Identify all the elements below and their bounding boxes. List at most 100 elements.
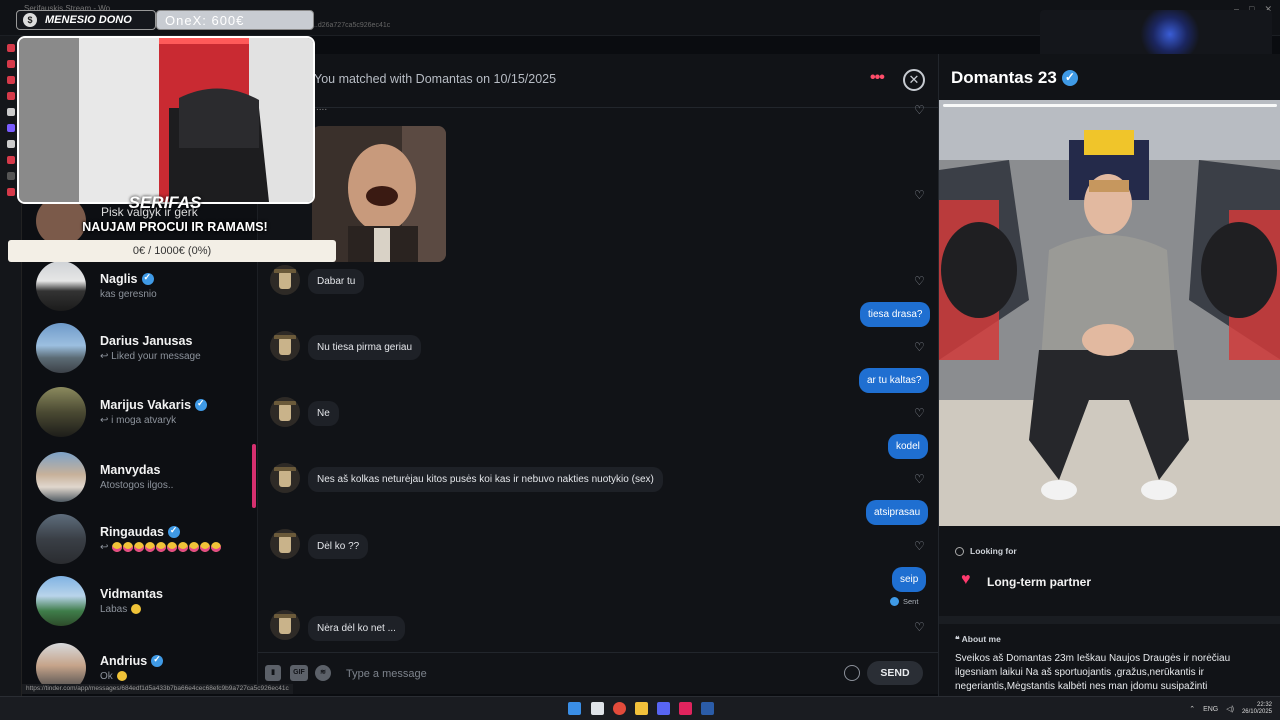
emoji-icon <box>131 604 142 615</box>
contact-card-icon[interactable]: ▮ <box>265 665 281 681</box>
incoming-message: Dabar tu <box>308 269 365 294</box>
match-name: Naglis <box>100 272 138 286</box>
obs-icon[interactable] <box>679 702 692 715</box>
taskbar: ⌃ ENG ◁) 22:32 26/10/2025 <box>0 696 1280 720</box>
system-tray: ⌃ ENG ◁) 22:32 26/10/2025 <box>1189 702 1272 716</box>
goal-title: NAUJAM PROCUI IR RAMAMS! <box>82 220 268 234</box>
file-explorer-icon[interactable] <box>635 702 648 715</box>
avatar <box>36 261 86 311</box>
like-heart-icon[interactable]: ♡ <box>914 407 926 419</box>
list-item[interactable]: Manvydas Atostogos ilgos.. <box>36 449 256 505</box>
message-input[interactable] <box>346 663 816 685</box>
avatar[interactable] <box>270 265 300 295</box>
avatar[interactable] <box>270 331 300 361</box>
avatar[interactable] <box>270 610 300 640</box>
avatar <box>36 576 86 626</box>
incoming-message: Nėra dėl ko net ... <box>308 616 405 641</box>
spotify-icon[interactable]: ≋ <box>315 665 331 681</box>
status-bar-url: https://tinder.com/app/messages/684edf1d… <box>22 684 293 694</box>
avatar <box>36 387 86 437</box>
photo-progress-bar <box>943 104 1277 107</box>
list-item[interactable]: Ringaudas ↩ <box>36 511 256 567</box>
sidebar-app-icon[interactable] <box>6 172 15 180</box>
message-preview: Ok <box>100 671 163 682</box>
sidebar-app-icon[interactable] <box>6 92 15 100</box>
like-heart-icon[interactable]: ♡ <box>914 341 926 353</box>
list-item[interactable]: Marijus Vakaris ↩ i moga atvaryk <box>36 384 256 440</box>
match-date-text: You matched with Domantas on 10/15/2025 <box>314 72 557 86</box>
like-heart-icon[interactable]: ♡ <box>914 189 926 201</box>
like-heart-icon[interactable]: ♡ <box>914 275 926 287</box>
list-item[interactable]: Darius Janusas ↩ Liked your message <box>36 320 256 376</box>
incoming-message: Ne <box>308 401 339 426</box>
like-heart-icon[interactable]: ♡ <box>914 473 926 485</box>
chat-header: You matched with Domantas on 10/15/2025 … <box>258 54 938 108</box>
more-dots-icon[interactable]: ••• <box>870 69 885 87</box>
sidebar-app-icon[interactable] <box>6 124 15 132</box>
sidebar-app-icon[interactable] <box>6 44 15 52</box>
outgoing-message: kodel <box>888 434 928 459</box>
profile-header: Domantas 23 <box>951 68 1078 88</box>
chevron-up-icon[interactable]: ⌃ <box>1189 705 1195 713</box>
about-me-label: ❝ About me <box>955 634 1001 645</box>
sidebar-scrollbar[interactable] <box>252 444 256 508</box>
avatar[interactable] <box>270 463 300 493</box>
emoji-icon <box>211 542 222 553</box>
verified-icon <box>141 272 154 285</box>
match-name: Ringaudas <box>100 525 164 539</box>
sidebar-app-icon[interactable] <box>6 140 15 148</box>
close-icon[interactable]: ✕ <box>903 69 925 91</box>
avatar[interactable] <box>270 397 300 427</box>
about-me-title: About me <box>961 634 1001 644</box>
windows-start-icon[interactable] <box>568 702 581 715</box>
message-preview: ↩ i moga atvaryk <box>100 415 177 426</box>
address-bar[interactable]: ...d26a727ca5c926ec41c <box>312 22 390 29</box>
gif-button[interactable]: GIF <box>290 665 308 681</box>
emoji-picker-icon[interactable] <box>844 665 860 681</box>
donor-text: MENESIO DONO <box>45 14 132 26</box>
match-name: Andrius <box>100 654 148 668</box>
message-preview: ↩ Liked your message <box>100 351 201 362</box>
webcam-caption: SERIFAS <box>128 193 202 212</box>
message-preview: kas geresnio <box>100 289 157 300</box>
incoming-message: Nu tiesa pirma geriau <box>308 335 422 360</box>
lang-indicator[interactable]: ENG <box>1203 706 1218 713</box>
outgoing-message: ar tu kaltas? <box>859 368 930 393</box>
profile-photo[interactable] <box>939 100 1280 526</box>
outgoing-message: tiesa drasa? <box>860 302 931 327</box>
sidebar-app-icon[interactable] <box>6 76 15 84</box>
sidebar-app-icon[interactable] <box>6 108 15 116</box>
emoji-icon <box>178 542 189 553</box>
like-heart-icon[interactable]: ♡ <box>914 621 926 633</box>
like-heart-icon[interactable]: ♡ <box>914 540 926 552</box>
sent-text: Sent <box>903 597 919 606</box>
about-me-text: Sveikos aš Domantas 23m Ieškau Naujos Dr… <box>955 653 1231 692</box>
avatar <box>36 514 86 564</box>
sent-status: Sent <box>890 597 918 606</box>
outgoing-message: atsiprasau <box>866 500 929 525</box>
send-button[interactable]: SEND <box>867 661 923 685</box>
verified-icon <box>1061 70 1078 86</box>
emoji-icon <box>189 542 200 553</box>
like-heart-icon[interactable]: ♡ <box>914 104 926 116</box>
onex-overlay: OneX: 600€ <box>156 10 314 30</box>
list-item[interactable]: Naglis kas geresnio <box>36 258 256 314</box>
sidebar-app-icon[interactable] <box>6 60 15 68</box>
clock[interactable]: 22:32 26/10/2025 <box>1242 702 1272 716</box>
speaker-icon[interactable]: ◁) <box>1226 705 1234 713</box>
reply-icon: ↩ <box>100 542 109 553</box>
chrome-icon[interactable] <box>613 702 626 715</box>
task-view-icon[interactable] <box>591 702 604 715</box>
message-composer: ▮ GIF ≋ SEND <box>258 652 938 694</box>
profile-photo-image <box>939 100 1280 526</box>
sidebar-app-icon[interactable] <box>6 156 15 164</box>
emoji-icon <box>200 542 211 553</box>
app-icon[interactable] <box>701 702 714 715</box>
profile-panel: Domantas 23 ✓ Looking for ♥ Long-term pa… <box>938 54 1280 700</box>
incoming-message: Nes aš kolkas neturėjau kitos pusės koi … <box>308 467 663 492</box>
verified-icon <box>151 654 164 667</box>
goal-progress-bar: 0€ / 1000€ (0%) <box>8 240 336 262</box>
discord-icon[interactable] <box>657 702 670 715</box>
list-item[interactable]: Vidmantas Labas <box>36 573 256 629</box>
avatar[interactable] <box>270 529 300 559</box>
